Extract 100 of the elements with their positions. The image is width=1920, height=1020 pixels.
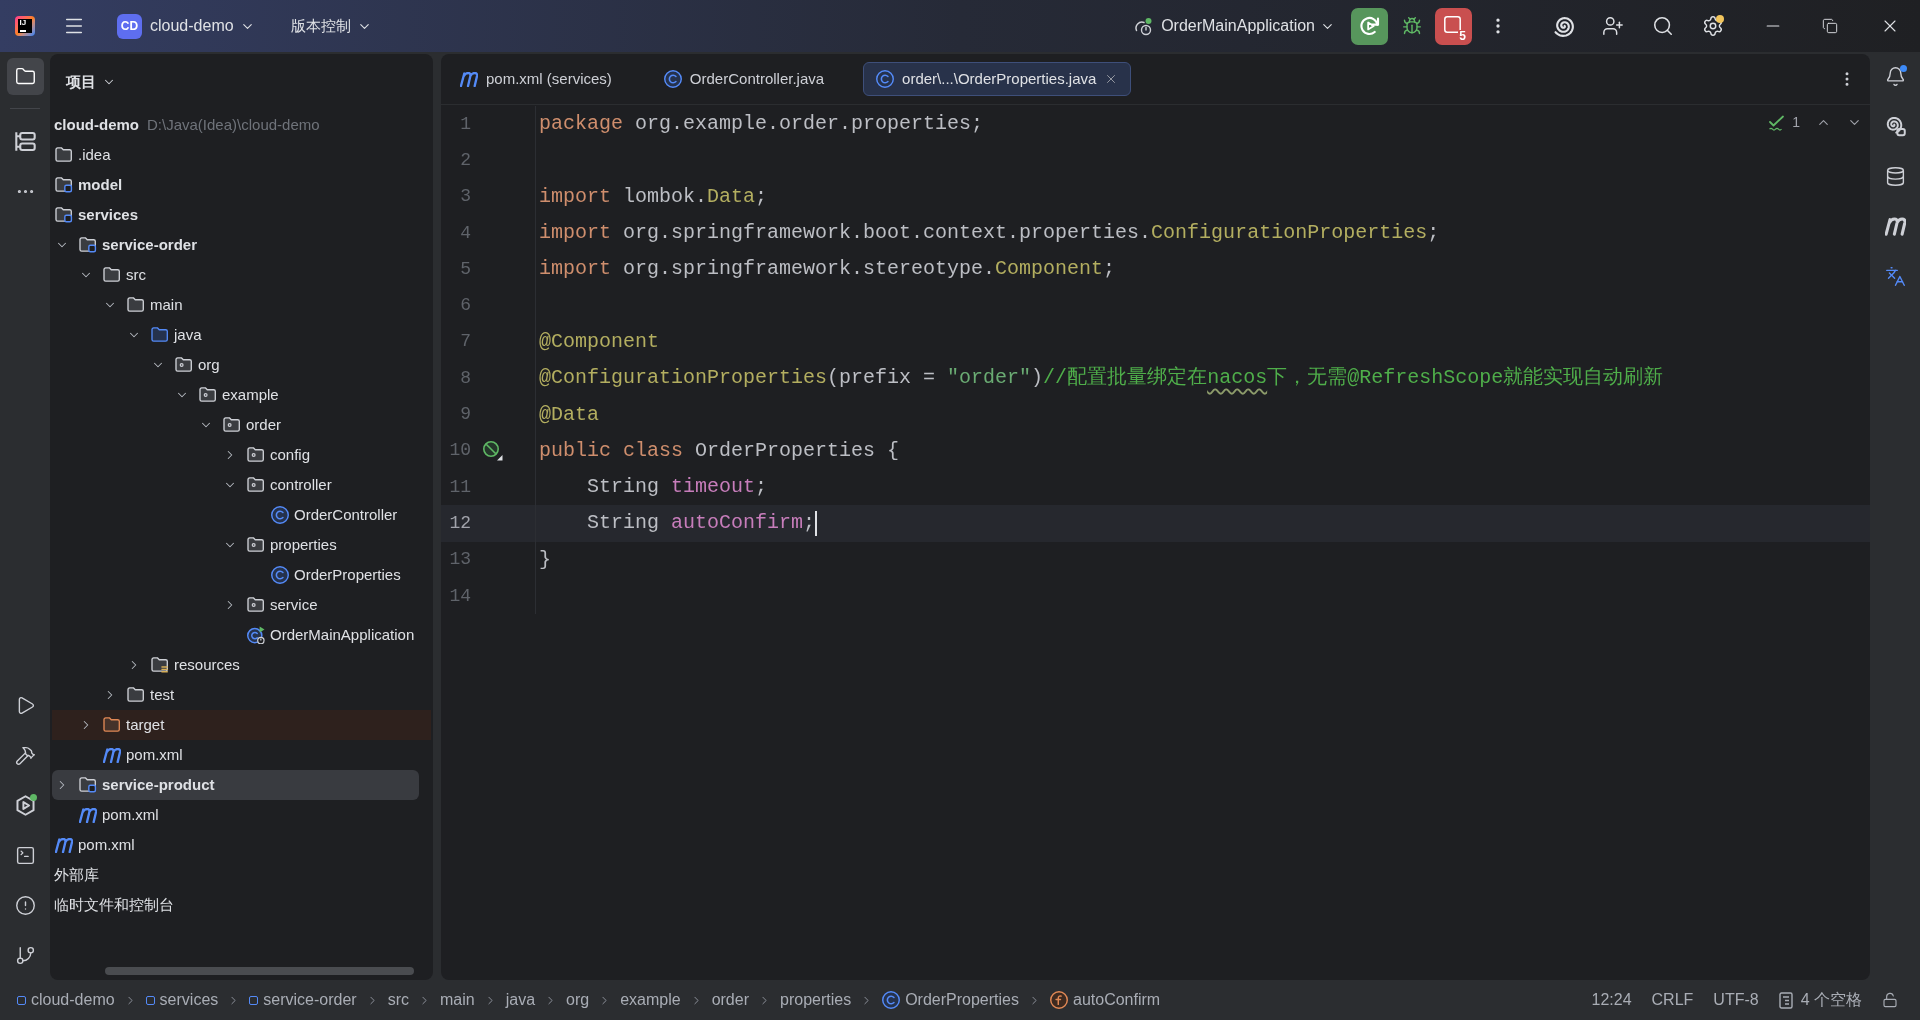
tree-item[interactable]: pom.xml	[52, 800, 425, 830]
tree-item[interactable]: service	[52, 590, 425, 620]
code-line: @ConfigurationProperties(prefix = "order")//配置批量绑定在nacos下，无需@RefreshScope就能实现自动刷新	[538, 365, 1664, 392]
tree-item[interactable]: example	[52, 380, 425, 410]
m-icon	[55, 837, 73, 853]
folder-icon	[55, 147, 73, 163]
c-circle-icon	[882, 991, 901, 1009]
code-line: import org.springframework.boot.context.properties.ConfigurationProperties;	[538, 220, 1440, 247]
line-number: 13	[449, 548, 471, 572]
tree-item[interactable]: OrderProperties	[52, 560, 425, 590]
tree-item[interactable]: OrderMainApplication	[52, 620, 425, 650]
rerun-button[interactable]	[1351, 7, 1388, 45]
tree-item[interactable]: properties	[52, 530, 425, 560]
breadcrumb[interactable]: services	[145, 988, 219, 1012]
line-separator[interactable]: CRLF	[1651, 988, 1694, 1012]
code-line: @Component	[538, 328, 660, 355]
padlock-icon[interactable]	[1882, 992, 1898, 1008]
inspection-count[interactable]: 1	[1792, 112, 1800, 133]
tree-item[interactable]: model	[52, 170, 425, 200]
tree-item[interactable]: main	[52, 290, 425, 320]
tree-item[interactable]: java	[52, 320, 425, 350]
breadcrumb[interactable]: order	[711, 988, 749, 1012]
app-logo[interactable]: IJ	[15, 16, 35, 36]
bug-icon[interactable]	[1402, 16, 1422, 36]
breadcrumb[interactable]: example	[620, 988, 681, 1012]
editor-tab[interactable]: pom.xml (services)	[447, 62, 625, 96]
hammer-icon[interactable]	[13, 744, 37, 767]
breadcrumb[interactable]: service-order	[249, 988, 357, 1012]
module-folder-icon	[79, 237, 97, 253]
document-lines-icon	[1778, 991, 1795, 1009]
tree-item[interactable]: service-order	[52, 230, 425, 260]
spiral-icon[interactable]	[1553, 15, 1575, 37]
tree-item[interactable]: services	[52, 200, 425, 230]
breadcrumb[interactable]: main	[440, 988, 475, 1012]
folder-icon	[127, 687, 145, 703]
tree-item[interactable]: test	[52, 680, 425, 710]
tree-item[interactable]: order	[52, 410, 425, 440]
project-switcher[interactable]: CD cloud-demo	[117, 13, 255, 39]
package-folder-icon	[247, 477, 265, 493]
line-number: 11	[449, 475, 471, 499]
restore-icon[interactable]	[1822, 18, 1838, 34]
search-icon[interactable]	[1652, 15, 1674, 37]
slashed-circle-icon[interactable]	[482, 440, 503, 462]
breadcrumb[interactable]: autoConfirm	[1050, 988, 1161, 1012]
tree-item[interactable]: controller	[52, 470, 425, 500]
project-view-dropdown[interactable]: 项目	[66, 70, 116, 94]
breadcrumb[interactable]: java	[505, 988, 536, 1012]
horizontal-scrollbar[interactable]	[105, 967, 414, 975]
tree-item[interactable]: target	[52, 710, 431, 740]
tree-item[interactable]: cloud-demo D:\Java(Idea)\cloud-demo	[52, 110, 425, 140]
m-icon[interactable]	[1883, 215, 1907, 238]
editor-tab[interactable]: OrderController.java	[650, 62, 838, 96]
add-user-icon[interactable]	[1602, 15, 1624, 37]
tree-item[interactable]: org	[52, 350, 425, 380]
stop-button[interactable]: 5	[1435, 7, 1472, 45]
square-icon	[17, 995, 26, 1005]
breadcrumb[interactable]: cloud-demo	[17, 988, 115, 1012]
structure-icon[interactable]	[13, 130, 37, 153]
c-circle-run-icon	[247, 626, 265, 644]
settings-icon[interactable]	[1701, 14, 1724, 38]
square-icon	[145, 995, 155, 1005]
tree-item[interactable]: config	[52, 440, 425, 470]
editor-tab[interactable]: order\...\OrderProperties.java	[863, 62, 1132, 96]
services-icon[interactable]	[13, 794, 37, 817]
tree-item[interactable]: 临时文件和控制台	[52, 890, 425, 920]
breadcrumb[interactable]: src	[387, 988, 409, 1012]
breadcrumb[interactable]: OrderProperties	[882, 988, 1019, 1012]
tree-item[interactable]: resources	[52, 650, 425, 680]
c-circle-icon	[876, 70, 895, 88]
tree-item[interactable]: pom.xml	[52, 740, 425, 770]
resources-folder-icon	[151, 657, 169, 673]
package-folder-icon	[247, 537, 265, 553]
module-folder-icon	[55, 177, 73, 193]
tree-item[interactable]: src	[52, 260, 425, 290]
line-number: 4	[460, 221, 471, 245]
tree-item[interactable]: .idea	[52, 140, 425, 170]
folder-icon[interactable]	[6, 58, 44, 95]
indent-setting[interactable]: 4 个空格	[1778, 988, 1862, 1012]
translate-icon[interactable]	[1883, 265, 1907, 288]
tree-item[interactable]: OrderController	[52, 500, 425, 530]
breadcrumb[interactable]: org	[566, 988, 590, 1012]
tree-item[interactable]: service-product	[52, 770, 419, 800]
code-line: }	[538, 546, 551, 573]
vcs-menu[interactable]: 版本控制	[290, 14, 372, 38]
problems-icon[interactable]	[13, 894, 37, 917]
tree-item[interactable]: pom.xml	[52, 830, 425, 860]
project-badge: CD	[117, 13, 142, 39]
package-folder-icon	[175, 357, 193, 373]
c-circle-icon	[663, 70, 682, 88]
code-line: import lombok.Data;	[538, 183, 768, 210]
package-folder-icon	[199, 387, 217, 403]
tree-item[interactable]: 外部库	[52, 860, 425, 890]
module-folder-icon	[79, 777, 97, 793]
caret-position[interactable]: 12:24	[1591, 988, 1632, 1012]
breadcrumb[interactable]: properties	[780, 988, 852, 1012]
file-encoding[interactable]: UTF-8	[1713, 988, 1759, 1012]
square-icon	[249, 995, 259, 1005]
run-configuration-selector[interactable]: OrderMainApplication	[1134, 14, 1335, 38]
check-icon[interactable]	[1768, 114, 1787, 131]
f-circle-icon	[1050, 991, 1068, 1009]
